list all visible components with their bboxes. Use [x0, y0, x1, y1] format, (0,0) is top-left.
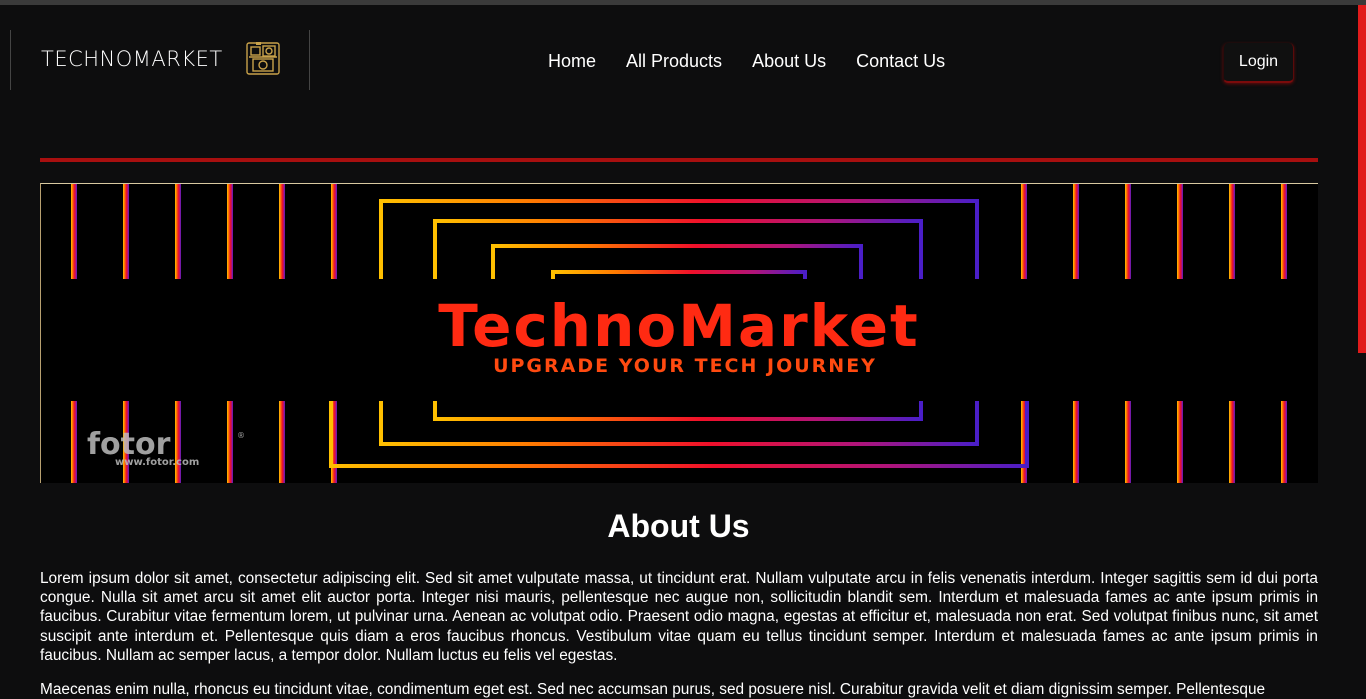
- nav-about-us[interactable]: About Us: [752, 51, 826, 72]
- scrollbar-thumb[interactable]: [1358, 5, 1366, 353]
- about-title: About Us: [607, 508, 750, 544]
- banner-graphic: TechnoMarket UPGRADE YOUR TECH JOURNEY f…: [41, 184, 1318, 483]
- hero-banner: TechnoMarket UPGRADE YOUR TECH JOURNEY f…: [40, 183, 1318, 483]
- section-divider: [40, 158, 1318, 162]
- nav-all-products[interactable]: All Products: [626, 51, 722, 72]
- banner-title: TechnoMarket: [438, 292, 920, 360]
- login-button[interactable]: Login: [1223, 43, 1294, 83]
- watermark-registered: ®: [237, 431, 245, 440]
- nav-home[interactable]: Home: [548, 51, 596, 72]
- watermark-url: www.fotor.com: [115, 457, 199, 468]
- about-paragraph: Maecenas enim nulla, rhoncus eu tincidun…: [40, 681, 1266, 698]
- nav-contact-us[interactable]: Contact Us: [856, 51, 945, 72]
- main-nav: Home All Products About Us Contact Us: [548, 51, 945, 72]
- site-header: TECHNOMARKET Home All Products About Us …: [0, 5, 1357, 115]
- camera-icon: [244, 39, 282, 77]
- banner-tagline: UPGRADE YOUR TECH JOURNEY: [493, 355, 877, 377]
- brand[interactable]: TECHNOMARKET: [10, 30, 310, 90]
- brand-name: TECHNOMARKET: [41, 47, 223, 71]
- about-paragraph: Lorem ipsum dolor sit amet, consectetur …: [40, 570, 1318, 664]
